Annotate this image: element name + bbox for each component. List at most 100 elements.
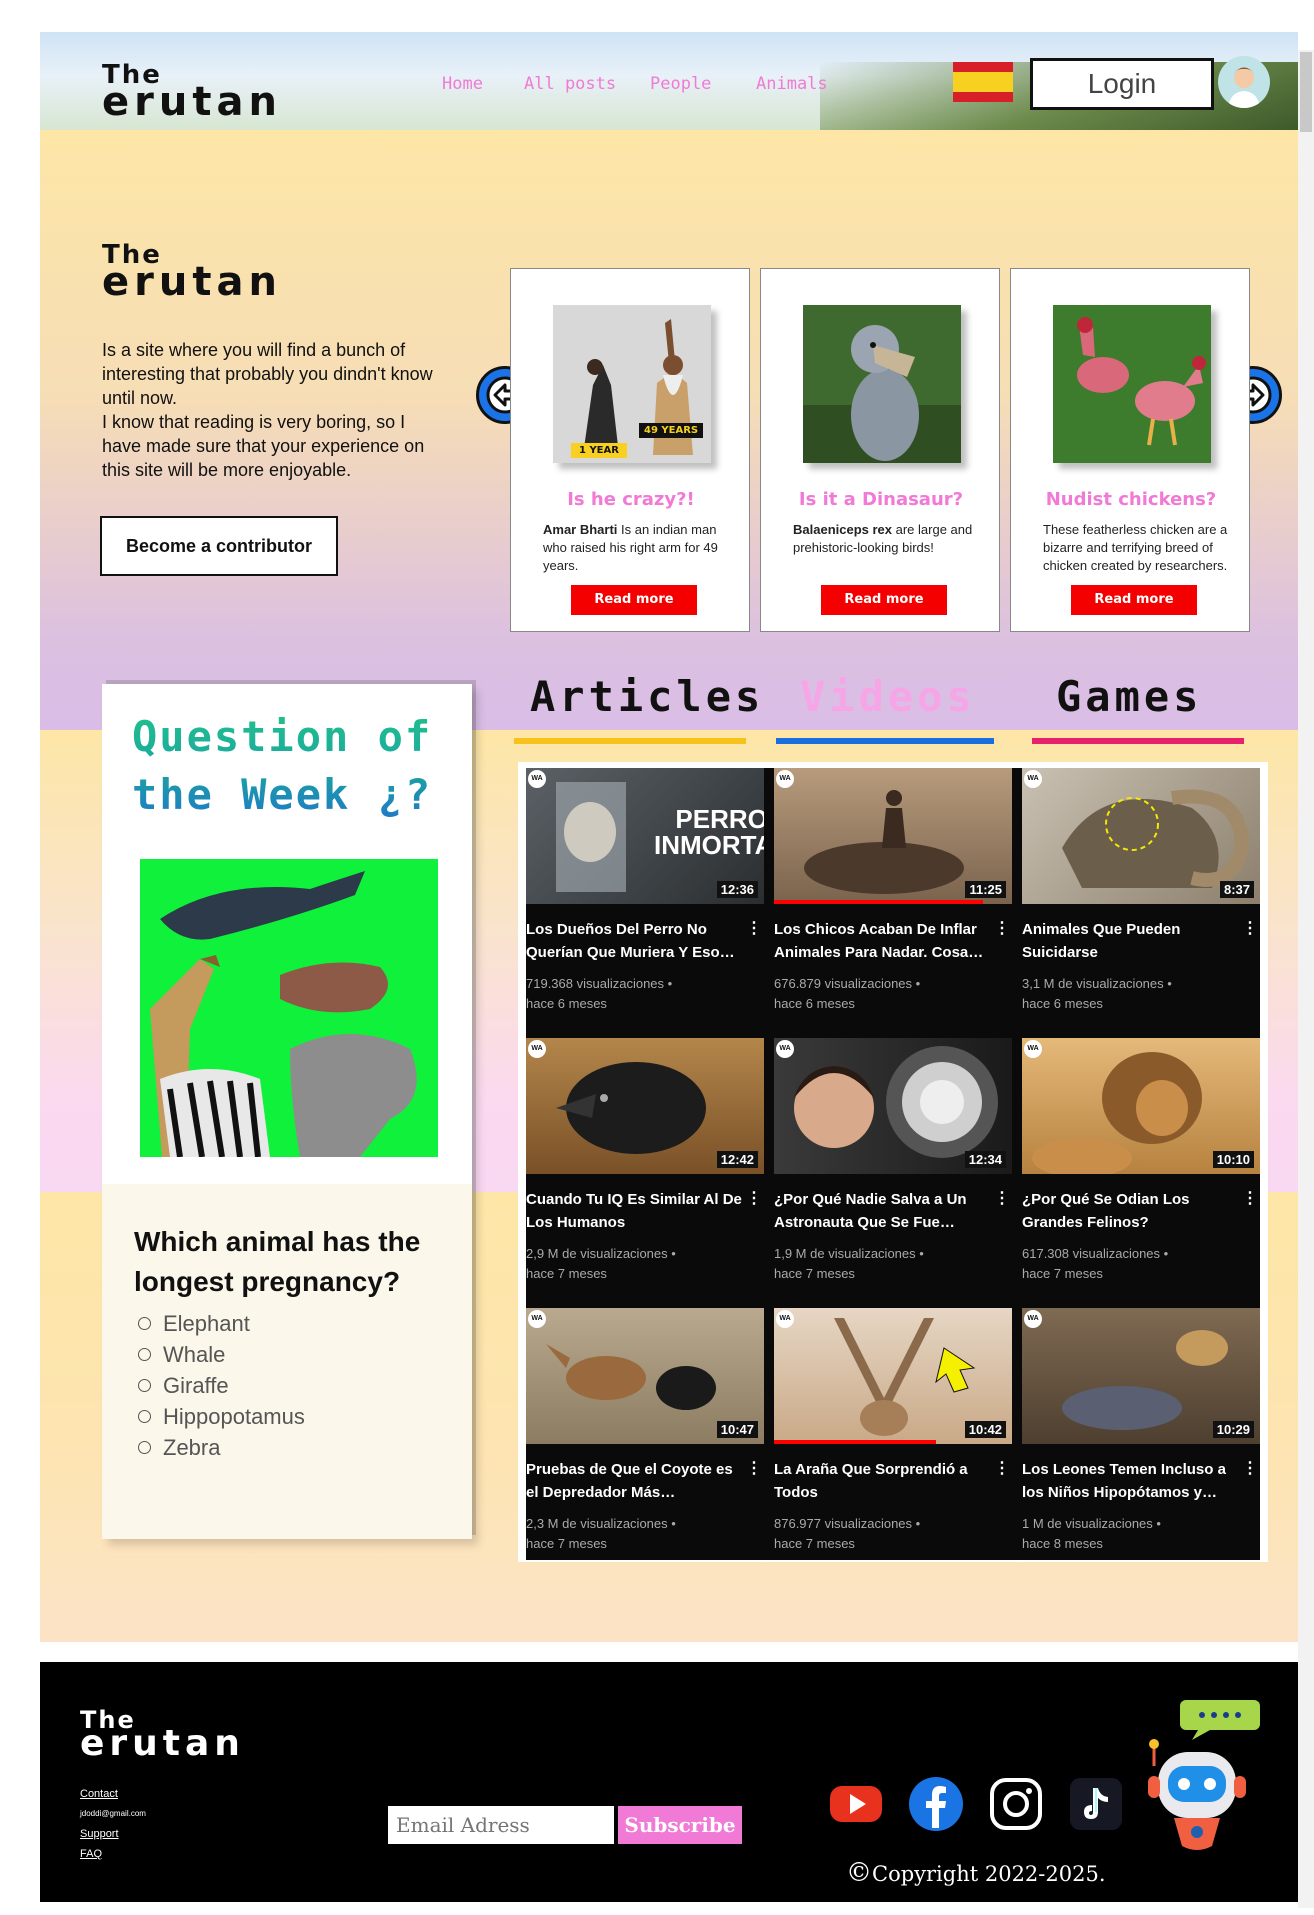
tiktok-icon[interactable] bbox=[1068, 1776, 1124, 1832]
answer-option[interactable]: Elephant bbox=[138, 1308, 305, 1339]
video-views: 719.368 visualizaciones • bbox=[526, 976, 673, 991]
nav-people[interactable]: People bbox=[650, 74, 711, 94]
answer-label: Whale bbox=[163, 1342, 226, 1367]
card-title[interactable]: Is he crazy?! bbox=[511, 489, 751, 510]
article-card[interactable]: Nudist chickens? These featherless chick… bbox=[1010, 268, 1250, 632]
footer-faq-link[interactable]: FAQ bbox=[80, 1844, 146, 1864]
video-item[interactable]: WA 11:25 Los Chicos Acaban De Inflar Ani… bbox=[774, 768, 1012, 1032]
facebook-icon[interactable] bbox=[908, 1776, 964, 1832]
video-item[interactable]: WA 12:34 ¿Por Qué Nadie Salva a Un Astro… bbox=[774, 1038, 1012, 1302]
footer-contact-link[interactable]: Contact bbox=[80, 1784, 146, 1804]
article-card[interactable]: 49 YEARS 1 YEAR Is he crazy?! Amar Bhart… bbox=[510, 268, 750, 632]
read-more-button[interactable]: Read more bbox=[1071, 585, 1197, 615]
footer-logo[interactable]: The erutan bbox=[80, 1708, 245, 1762]
more-options-icon[interactable]: ⋮ bbox=[1242, 1188, 1258, 1208]
tab-videos[interactable]: Videos bbox=[800, 672, 976, 721]
radio-icon[interactable] bbox=[138, 1317, 151, 1330]
newsletter-email-input[interactable] bbox=[388, 1806, 614, 1844]
answer-options: Elephant Whale Giraffe Hippopotamus Zebr… bbox=[138, 1308, 305, 1463]
video-title[interactable]: ¿Por Qué Nadie Salva a Un Astronauta Que… bbox=[774, 1188, 992, 1234]
video-duration: 10:47 bbox=[716, 1421, 758, 1438]
video-title[interactable]: Animales Que Pueden Suicidarse bbox=[1022, 918, 1240, 964]
video-thumbnail[interactable]: WA 10:29 bbox=[1022, 1308, 1260, 1444]
more-options-icon[interactable]: ⋮ bbox=[746, 918, 762, 938]
card-title[interactable]: Is it a Dinasaur? bbox=[761, 489, 1001, 510]
tab-articles[interactable]: Articles bbox=[530, 672, 764, 721]
more-options-icon[interactable]: ⋮ bbox=[1242, 918, 1258, 938]
video-title[interactable]: La Araña Que Sorprendió a Todos bbox=[774, 1458, 992, 1504]
footer-support-link[interactable]: Support bbox=[80, 1824, 146, 1844]
video-views: 676.879 visualizaciones • bbox=[774, 976, 921, 991]
video-thumbnail[interactable]: WA 10:47 bbox=[526, 1308, 764, 1444]
channel-logo-icon: WA bbox=[776, 770, 794, 788]
youtube-icon[interactable] bbox=[828, 1776, 884, 1832]
radio-icon[interactable] bbox=[138, 1410, 151, 1423]
tab-games[interactable]: Games bbox=[1056, 672, 1202, 721]
answer-option[interactable]: Zebra bbox=[138, 1432, 305, 1463]
video-thumbnail[interactable]: WA 12:42 bbox=[526, 1038, 764, 1174]
radio-icon[interactable] bbox=[138, 1379, 151, 1392]
card-image-shoebill bbox=[803, 305, 961, 463]
avatar[interactable] bbox=[1218, 56, 1270, 108]
more-options-icon[interactable]: ⋮ bbox=[746, 1188, 762, 1208]
answer-option[interactable]: Hippopotamus bbox=[138, 1401, 305, 1432]
hero-section: The erutan Is a site where you will find… bbox=[40, 130, 1298, 730]
nav-all-posts[interactable]: All posts bbox=[524, 74, 616, 94]
video-item[interactable]: WA 10:42 La Araña Que Sorprendió a Todos… bbox=[774, 1308, 1012, 1572]
article-card[interactable]: Is it a Dinasaur? Balaeniceps rex are la… bbox=[760, 268, 1000, 632]
video-title[interactable]: Los Chicos Acaban De Inflar Animales Par… bbox=[774, 918, 992, 964]
more-options-icon[interactable]: ⋮ bbox=[746, 1458, 762, 1478]
question-title: Question of the Week ¿? bbox=[132, 708, 462, 824]
video-thumbnail[interactable]: WA 8:37 bbox=[1022, 768, 1260, 904]
scrollbar-thumb[interactable] bbox=[1300, 52, 1312, 132]
video-duration: 8:37 bbox=[1219, 881, 1254, 898]
video-thumbnail[interactable]: WA 11:25 bbox=[774, 768, 1012, 904]
header-logo[interactable]: The erutan bbox=[102, 62, 282, 122]
video-item[interactable]: PERRO INMORTAL WA 12:36 Los Dueños Del P… bbox=[526, 768, 764, 1032]
instagram-icon[interactable] bbox=[988, 1776, 1044, 1832]
video-overlay-text: PERRO INMORTAL bbox=[654, 804, 764, 860]
videos-grid: PERRO INMORTAL WA 12:36 Los Dueños Del P… bbox=[526, 768, 1260, 1560]
more-options-icon[interactable]: ⋮ bbox=[994, 918, 1010, 938]
answer-option[interactable]: Whale bbox=[138, 1339, 305, 1370]
scrollbar-track[interactable] bbox=[1298, 50, 1314, 1908]
copyright-icon: © bbox=[846, 1858, 872, 1888]
subscribe-button[interactable]: Subscribe bbox=[618, 1806, 742, 1844]
nav-animals[interactable]: Animals bbox=[756, 74, 828, 94]
answer-option[interactable]: Giraffe bbox=[138, 1370, 305, 1401]
video-thumbnail[interactable]: WA 10:42 bbox=[774, 1308, 1012, 1444]
more-options-icon[interactable]: ⋮ bbox=[1242, 1458, 1258, 1478]
login-button[interactable]: Login bbox=[1030, 58, 1214, 110]
video-title[interactable]: Los Dueños Del Perro No Querían Que Muri… bbox=[526, 918, 744, 964]
video-title[interactable]: Pruebas de Que el Coyote es el Depredado… bbox=[526, 1458, 744, 1504]
video-item[interactable]: WA 10:29 Los Leones Temen Incluso a los … bbox=[1022, 1308, 1260, 1572]
radio-icon[interactable] bbox=[138, 1441, 151, 1454]
video-title[interactable]: ¿Por Qué Se Odian Los Grandes Felinos? bbox=[1022, 1188, 1240, 1234]
video-duration: 12:36 bbox=[716, 881, 758, 898]
nav-home[interactable]: Home bbox=[442, 74, 483, 94]
video-duration: 10:10 bbox=[1212, 1151, 1254, 1168]
video-views: 2,9 M de visualizaciones • bbox=[526, 1246, 676, 1261]
header: The erutan Home All posts People Animals… bbox=[40, 32, 1298, 130]
video-item[interactable]: WA 8:37 Animales Que Pueden Suicidarse ⋮… bbox=[1022, 768, 1260, 1032]
more-options-icon[interactable]: ⋮ bbox=[994, 1458, 1010, 1478]
video-item[interactable]: WA 10:47 Pruebas de Que el Coyote es el … bbox=[526, 1308, 764, 1572]
video-thumbnail[interactable]: PERRO INMORTAL WA 12:36 bbox=[526, 768, 764, 904]
card-desc-bold: Balaeniceps rex bbox=[793, 522, 893, 537]
radio-icon[interactable] bbox=[138, 1348, 151, 1361]
card-title[interactable]: Nudist chickens? bbox=[1011, 489, 1251, 510]
become-contributor-button[interactable]: Become a contributor bbox=[100, 516, 338, 576]
channel-logo-icon: WA bbox=[1024, 1310, 1042, 1328]
read-more-button[interactable]: Read more bbox=[821, 585, 947, 615]
video-thumbnail[interactable]: WA 10:10 bbox=[1022, 1038, 1260, 1174]
more-options-icon[interactable]: ⋮ bbox=[994, 1188, 1010, 1208]
video-title[interactable]: Los Leones Temen Incluso a los Niños Hip… bbox=[1022, 1458, 1240, 1504]
video-item[interactable]: WA 10:10 ¿Por Qué Se Odian Los Grandes F… bbox=[1022, 1038, 1260, 1302]
chatbot-robot-icon[interactable] bbox=[1140, 1696, 1272, 1856]
read-more-button[interactable]: Read more bbox=[571, 585, 697, 615]
spain-flag-icon[interactable] bbox=[953, 62, 1013, 102]
hero-logo: The erutan bbox=[102, 242, 282, 302]
video-thumbnail[interactable]: WA 12:34 bbox=[774, 1038, 1012, 1174]
video-item[interactable]: WA 12:42 Cuando Tu IQ Es Similar Al De L… bbox=[526, 1038, 764, 1302]
video-title[interactable]: Cuando Tu IQ Es Similar Al De Los Humano… bbox=[526, 1188, 744, 1234]
